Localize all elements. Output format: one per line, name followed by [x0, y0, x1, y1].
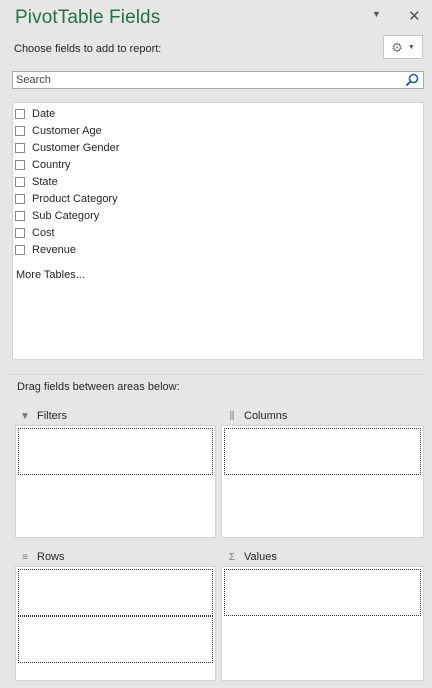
values-area[interactable]	[221, 566, 424, 681]
field-checkbox[interactable]	[15, 109, 25, 119]
field-checkbox[interactable]	[15, 143, 25, 153]
filters-area[interactable]	[15, 425, 216, 538]
rows-drop-target-top[interactable]	[18, 569, 213, 616]
field-label: Revenue	[32, 244, 77, 256]
pane-title: PivotTable Fields	[15, 7, 161, 28]
values-label: Values	[244, 551, 277, 563]
drag-fields-label: Drag fields between areas below:	[17, 381, 180, 393]
field-label: Product Category	[32, 193, 118, 205]
field-checkbox[interactable]	[15, 211, 25, 221]
field-checkbox[interactable]	[15, 177, 25, 187]
field-item-cost[interactable]: Cost	[15, 225, 55, 241]
tools-button[interactable]: ⚙ ▼	[383, 35, 423, 59]
more-tables-link[interactable]: More Tables...	[16, 269, 85, 281]
field-label: Sub Category	[32, 210, 100, 222]
gear-icon: ⚙	[391, 39, 403, 55]
rows-label: Rows	[37, 551, 65, 563]
field-item-date[interactable]: Date	[15, 106, 55, 122]
search-input[interactable]	[13, 72, 406, 88]
choose-fields-label: Choose fields to add to report:	[14, 43, 162, 55]
columns-icon: ⫼	[229, 410, 235, 422]
rows-drop-target-bottom[interactable]	[18, 616, 213, 663]
field-item-customer-age[interactable]: Customer Age	[15, 123, 102, 139]
field-label: Customer Gender	[32, 142, 120, 154]
field-checkbox[interactable]	[15, 160, 25, 170]
field-list: Date Customer Age Customer Gender Countr…	[12, 102, 424, 360]
rows-area-header: ≡ Rows	[19, 551, 65, 563]
values-drop-target[interactable]	[224, 569, 421, 616]
field-item-sub-category[interactable]: Sub Category	[15, 208, 99, 224]
columns-label: Columns	[244, 410, 288, 422]
splitter-divider[interactable]	[8, 374, 424, 375]
rows-icon: ≡	[22, 551, 28, 563]
filters-area-header: ▼ Filters	[19, 410, 67, 422]
values-area-header: Σ Values	[226, 551, 277, 563]
field-label: State	[32, 176, 58, 188]
field-label: Customer Age	[32, 125, 102, 137]
field-checkbox[interactable]	[15, 228, 25, 238]
filters-label: Filters	[37, 410, 67, 422]
sigma-icon: Σ	[228, 551, 236, 563]
close-icon[interactable]: ✕	[408, 7, 421, 25]
field-checkbox[interactable]	[15, 126, 25, 136]
columns-area[interactable]	[221, 425, 424, 538]
field-item-product-category[interactable]: Product Category	[15, 191, 118, 207]
filter-icon: ▼	[20, 410, 30, 422]
field-label: Country	[32, 159, 71, 171]
search-box	[12, 71, 424, 89]
field-label: Date	[32, 108, 56, 120]
filters-drop-target[interactable]	[18, 428, 213, 475]
pivottable-fields-pane: PivotTable Fields ▼ ✕ Choose fields to a…	[0, 0, 432, 688]
columns-area-header: ⫼ Columns	[226, 410, 288, 422]
rows-area[interactable]	[15, 566, 216, 681]
field-item-country[interactable]: Country	[15, 157, 71, 173]
field-item-revenue[interactable]: Revenue	[15, 242, 76, 258]
field-checkbox[interactable]	[15, 245, 25, 255]
field-item-state[interactable]: State	[15, 174, 58, 190]
columns-drop-target[interactable]	[224, 428, 421, 475]
chevron-down-icon: ▼	[407, 43, 415, 51]
field-item-customer-gender[interactable]: Customer Gender	[15, 140, 119, 156]
search-icon[interactable]	[405, 73, 419, 87]
field-label: Cost	[32, 227, 55, 239]
field-checkbox[interactable]	[15, 194, 25, 204]
pane-options-dropdown-icon[interactable]: ▼	[372, 9, 381, 19]
